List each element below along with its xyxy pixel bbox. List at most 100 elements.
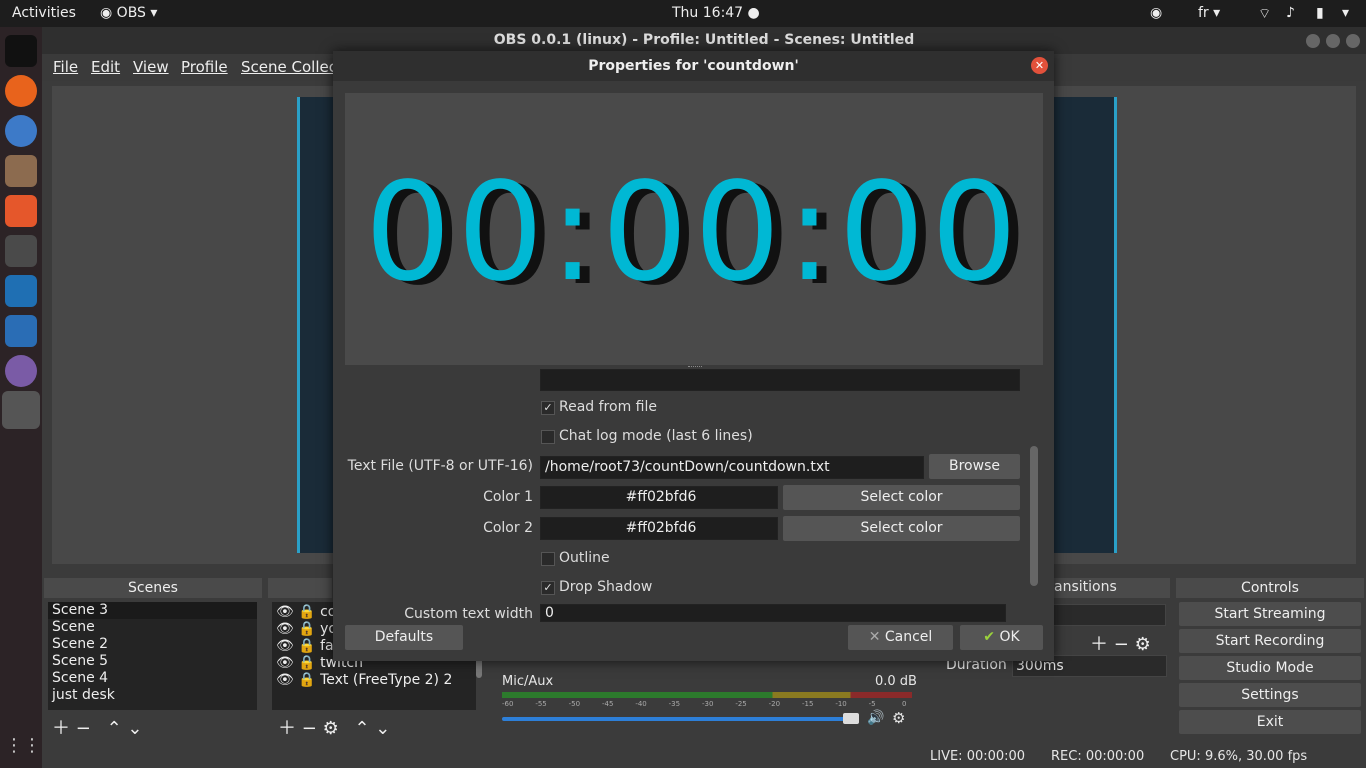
scene-item[interactable]: Scene xyxy=(48,619,257,636)
obs-tray-icon[interactable]: ◉ xyxy=(1150,5,1162,21)
studio-mode-button[interactable]: Studio Mode xyxy=(1179,656,1361,680)
source-label: Text (FreeType 2) 2 xyxy=(320,672,453,688)
dock: ⋮⋮ xyxy=(0,27,42,768)
remove-transition-icon[interactable]: − xyxy=(1114,634,1129,655)
select-color2-button[interactable]: Select color xyxy=(783,516,1020,541)
top-bar: Activities ◉ OBS ▾ Thu 16:47 ● ◉ fr ▾ ⌔ … xyxy=(0,0,1366,27)
scene-item[interactable]: Scene 3 xyxy=(48,602,257,619)
browse-button[interactable]: Browse xyxy=(929,454,1020,479)
move-down-icon[interactable]: ⌄ xyxy=(375,718,390,739)
scene-toolbar: ＋ − ⌃ ⌄ xyxy=(52,714,142,740)
files-icon[interactable] xyxy=(5,155,37,187)
app-menu-label: OBS xyxy=(116,5,146,21)
volume-slider-handle[interactable] xyxy=(843,713,859,724)
volume-meter xyxy=(502,692,912,698)
menu-edit[interactable]: Edit xyxy=(91,58,120,76)
terminal-icon[interactable] xyxy=(5,35,37,67)
move-up-icon[interactable]: ⌃ xyxy=(354,718,369,739)
chat-log-checkbox[interactable] xyxy=(541,430,555,444)
clock[interactable]: Thu 16:47 ● xyxy=(672,5,760,21)
menu-file[interactable]: File xyxy=(53,58,78,76)
scene-item[interactable]: Scene 2 xyxy=(48,636,257,653)
outline-label: Outline xyxy=(559,550,610,566)
settings-button[interactable]: Settings xyxy=(1179,683,1361,707)
volume-slider[interactable] xyxy=(502,717,857,721)
cancel-label: Cancel xyxy=(884,629,933,645)
read-from-file-checkbox[interactable]: ✓ xyxy=(541,401,555,415)
read-from-file-label: Read from file xyxy=(559,399,657,415)
activities-button[interactable]: Activities xyxy=(12,5,76,21)
pidgin-icon[interactable] xyxy=(5,355,37,387)
language-indicator[interactable]: fr ▾ xyxy=(1198,5,1220,21)
system-menu-icon[interactable]: ▾ xyxy=(1342,5,1349,21)
meter-tick-label: -25 xyxy=(735,700,747,708)
vscode-icon[interactable] xyxy=(5,275,37,307)
text-input[interactable] xyxy=(540,369,1020,391)
chromium-icon[interactable] xyxy=(5,115,37,147)
countdown-text: 00:00:00 xyxy=(364,154,1024,312)
menu-view[interactable]: View xyxy=(133,58,169,76)
outline-checkbox[interactable] xyxy=(541,552,555,566)
meter-tick-label: -10 xyxy=(835,700,847,708)
exit-button[interactable]: Exit xyxy=(1179,710,1361,734)
wifi-icon[interactable]: ⌔ xyxy=(1258,5,1271,23)
transition-gear-icon[interactable]: ⚙ xyxy=(1135,634,1151,655)
menu-scene-collection[interactable]: Scene Collecti xyxy=(241,58,347,76)
minimize-icon[interactable] xyxy=(1306,34,1320,48)
meter-tick-label: -50 xyxy=(568,700,581,708)
transition-toolbar: ＋ − ⚙ xyxy=(1090,630,1151,656)
add-source-icon[interactable]: ＋ xyxy=(278,714,296,740)
meter-tick-label: -60 xyxy=(502,700,514,708)
software-center-icon[interactable] xyxy=(5,195,37,227)
source-item[interactable]: 👁 🔒 Text (FreeType 2) 2 xyxy=(272,672,476,689)
drop-shadow-label: Drop Shadow xyxy=(559,579,653,595)
firefox-icon[interactable] xyxy=(5,75,37,107)
meter-tick-label: -35 xyxy=(668,700,681,708)
show-apps-icon[interactable]: ⋮⋮ xyxy=(5,735,41,767)
obs-app-menu[interactable]: ◉ OBS ▾ xyxy=(100,5,157,21)
scene-item[interactable]: Scene 5 xyxy=(48,653,257,670)
source-preview: 00:00:00 xyxy=(345,93,1043,365)
remove-source-icon[interactable]: − xyxy=(302,718,317,739)
remove-scene-icon[interactable]: − xyxy=(76,718,91,739)
system-monitor-icon[interactable] xyxy=(5,315,37,347)
close-window-icon[interactable] xyxy=(1346,34,1360,48)
obs-dock-icon[interactable] xyxy=(2,391,40,429)
scene-item[interactable]: just desk xyxy=(48,687,257,704)
scene-item[interactable]: Scene 4 xyxy=(48,670,257,687)
start-recording-button[interactable]: Start Recording xyxy=(1179,629,1361,653)
volume-icon[interactable]: ♪ xyxy=(1286,5,1295,21)
transition-select[interactable] xyxy=(1040,604,1166,626)
audio-mixer: Mic/Aux 0.0 dB -60 -55 -50 -45 -40 -35 -30 -25-… xyxy=(497,662,927,738)
meter-tick-label: -15 xyxy=(802,700,814,708)
speaker-icon[interactable]: 🔊 xyxy=(867,710,884,726)
color2-label: Color 2 xyxy=(483,520,533,536)
mixer-gear-icon[interactable]: ⚙ xyxy=(892,709,905,727)
add-transition-icon[interactable]: ＋ xyxy=(1090,630,1108,656)
ok-button[interactable]: ✔ OK xyxy=(960,625,1043,650)
move-down-icon[interactable]: ⌄ xyxy=(127,718,142,739)
close-icon[interactable]: ✕ xyxy=(1031,57,1048,74)
battery-icon[interactable]: ▮ xyxy=(1316,5,1324,21)
drop-shadow-checkbox[interactable]: ✓ xyxy=(541,581,555,595)
defaults-button[interactable]: Defaults xyxy=(345,625,463,650)
sublime-icon[interactable] xyxy=(5,235,37,267)
custom-width-input[interactable]: 0 xyxy=(540,604,1006,622)
maximize-icon[interactable] xyxy=(1326,34,1340,48)
select-color1-button[interactable]: Select color xyxy=(783,485,1020,510)
status-bar: LIVE: 00:00:00 REC: 00:00:00 CPU: 9.6%, … xyxy=(42,746,1366,768)
controls-title: Controls xyxy=(1176,578,1364,598)
meter-tick-label: -5 xyxy=(868,700,876,708)
gear-icon[interactable]: ⚙ xyxy=(323,718,339,739)
transitions-title-bar: ansitions xyxy=(1040,578,1170,598)
add-scene-icon[interactable]: ＋ xyxy=(52,714,70,740)
start-streaming-button[interactable]: Start Streaming xyxy=(1179,602,1361,626)
cpu-status: CPU: 9.6%, 30.00 fps xyxy=(1170,749,1308,764)
color1-value: #ff02bfd6 xyxy=(540,486,778,509)
move-up-icon[interactable]: ⌃ xyxy=(107,718,122,739)
text-file-input[interactable]: /home/root73/countDown/countdown.txt xyxy=(540,456,924,479)
cancel-button[interactable]: ✕ Cancel xyxy=(848,625,953,650)
meter-tick-label: -30 xyxy=(702,700,714,708)
properties-scrollbar[interactable] xyxy=(1030,446,1038,586)
menu-profile[interactable]: Profile xyxy=(181,58,228,76)
